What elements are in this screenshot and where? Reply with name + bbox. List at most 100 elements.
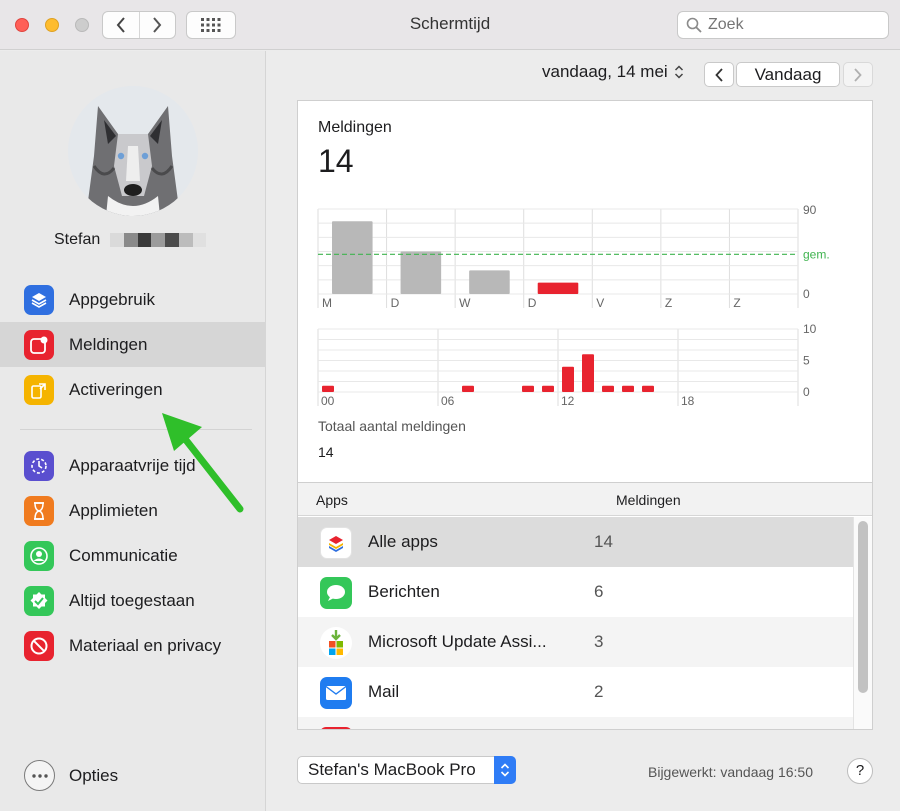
sidebar-item-label: Materiaal en privacy (69, 635, 222, 655)
notifications-panel: Meldingen 14 M D W D V Z Z 90 0 gem. 00 06 12 18 10 5 0 … (297, 100, 873, 730)
redacted-surname (110, 233, 207, 247)
row-count: 6 (594, 582, 604, 601)
chart-bar (400, 251, 442, 294)
app-icon (320, 727, 352, 729)
window-title: Schermtijd (409, 14, 491, 33)
help-button[interactable]: ? (847, 758, 873, 784)
chart-x-tick-label: M (322, 296, 332, 310)
chart-y-tick-label: 90 (803, 203, 817, 217)
title-bar: Schermtijd (0, 0, 900, 50)
chart-bar (332, 221, 373, 294)
last-updated-text: Bijgewerkt: vandaag 16:50 (648, 764, 813, 780)
row-app-name: Berichten (368, 582, 440, 601)
sidebar-item-label: Applimieten (69, 500, 158, 520)
table-row[interactable]: Microsoft Update Assi... 3 (298, 617, 853, 667)
chevron-left-icon (715, 67, 723, 82)
sidebar: Stefan Appgebruik Meldingen Activeringen… (0, 51, 266, 811)
today-button[interactable]: Vandaag (736, 62, 840, 87)
total-label: Totaal aantal meldingen (318, 418, 466, 434)
options-button[interactable]: Opties (24, 760, 118, 791)
notifications-charts: M D W D V Z Z 90 0 gem. 00 06 12 18 10 5 0 (317, 203, 830, 408)
chart-x-tick-label: Z (665, 296, 672, 310)
row-app-name: Microsoft Update Assi... (368, 632, 547, 651)
sidebar-item-altijd-toegestaan[interactable]: Altijd toegestaan (0, 578, 266, 623)
user-name: Stefan (54, 231, 207, 249)
checkmark-badge-icon (24, 585, 54, 616)
date-selector[interactable]: vandaag, 14 mei (542, 62, 684, 82)
average-label: gem. (803, 247, 830, 261)
minimize-window-button[interactable] (45, 18, 59, 32)
chart-x-tick-label: V (596, 296, 604, 310)
search-icon (686, 17, 702, 33)
chart-bar (542, 385, 554, 392)
messages-icon (320, 577, 352, 609)
table-row[interactable]: Alle apps 14 (298, 517, 853, 567)
total-value: 14 (318, 444, 334, 460)
device-label: Stefan's MacBook Pro (308, 760, 476, 779)
green-arrow-annotation-icon (162, 413, 244, 513)
history-nav (102, 11, 176, 39)
sidebar-item-label: Appgebruik (69, 289, 156, 309)
row-app-name: Mail (368, 682, 400, 701)
search-input[interactable] (677, 11, 889, 39)
next-day-button[interactable] (843, 62, 873, 87)
wolf-avatar-image (68, 86, 198, 216)
row-count: 3 (594, 632, 604, 651)
row-app-name: Alle apps (368, 532, 438, 551)
user-name-label: Stefan (54, 231, 101, 248)
column-header-notifications[interactable]: Meldingen (616, 492, 681, 508)
close-window-button[interactable] (15, 18, 29, 32)
microsoft-update-icon (320, 627, 352, 659)
table-row[interactable]: Berichten 6 (298, 567, 853, 617)
avatar[interactable] (68, 86, 198, 216)
chart-bar (537, 282, 579, 294)
chart-x-tick-label: W (459, 296, 471, 310)
chart-x-tick-label: 00 (321, 394, 335, 408)
column-header-apps[interactable]: Apps (316, 492, 348, 508)
all-apps-icon (320, 527, 352, 559)
chevron-right-icon (153, 17, 162, 33)
sidebar-item-communicatie[interactable]: Communicatie (0, 533, 266, 578)
chevron-left-icon (116, 17, 125, 33)
chart-x-tick-label: D (391, 296, 400, 310)
chart-bar (322, 385, 334, 392)
person-circle-icon (24, 540, 54, 571)
hourglass-icon (24, 495, 54, 526)
grid-icon (201, 18, 221, 32)
chart-bar (469, 270, 510, 294)
back-button[interactable] (103, 12, 139, 38)
previous-day-button[interactable] (704, 62, 734, 87)
updown-chevron-icon (674, 65, 683, 79)
chart-y-tick-label: 0 (803, 287, 810, 301)
chart-bar (582, 354, 594, 392)
prohibited-icon (24, 630, 54, 661)
zoom-window-button[interactable] (75, 18, 89, 32)
table-row[interactable] (298, 717, 853, 729)
sidebar-item-materiaal-en-privacy[interactable]: Materiaal en privacy (0, 623, 266, 668)
chart-y-tick-label: 0 (803, 385, 810, 399)
device-select[interactable]: Stefan's MacBook Pro (297, 756, 516, 784)
chart-y-tick-label: 10 (803, 322, 817, 336)
chart-bar (602, 385, 614, 392)
chart-bar (522, 385, 534, 392)
sidebar-item-meldingen[interactable]: Meldingen (0, 322, 266, 367)
sidebar-item-appgebruik[interactable]: Appgebruik (0, 277, 266, 322)
chart-x-tick-label: 12 (561, 394, 575, 408)
show-all-button[interactable] (186, 11, 236, 39)
chart-y-tick-label: 5 (803, 354, 810, 368)
chart-bar (642, 385, 654, 392)
pickup-phone-icon (24, 374, 54, 405)
row-count: 14 (594, 532, 613, 551)
chart-bar (622, 385, 634, 392)
chart-x-tick-label: D (528, 296, 537, 310)
downtime-icon (24, 450, 54, 481)
chart-x-tick-label: 06 (441, 394, 455, 408)
scrollbar-thumb[interactable] (858, 521, 868, 693)
row-count: 2 (594, 682, 604, 701)
table-row[interactable]: Mail 2 (298, 667, 853, 717)
forward-button[interactable] (138, 12, 176, 38)
chevron-right-icon (854, 67, 862, 82)
sidebar-item-label: Meldingen (69, 334, 148, 354)
sidebar-item-label: Communicatie (69, 545, 178, 565)
ellipsis-icon (24, 760, 55, 791)
